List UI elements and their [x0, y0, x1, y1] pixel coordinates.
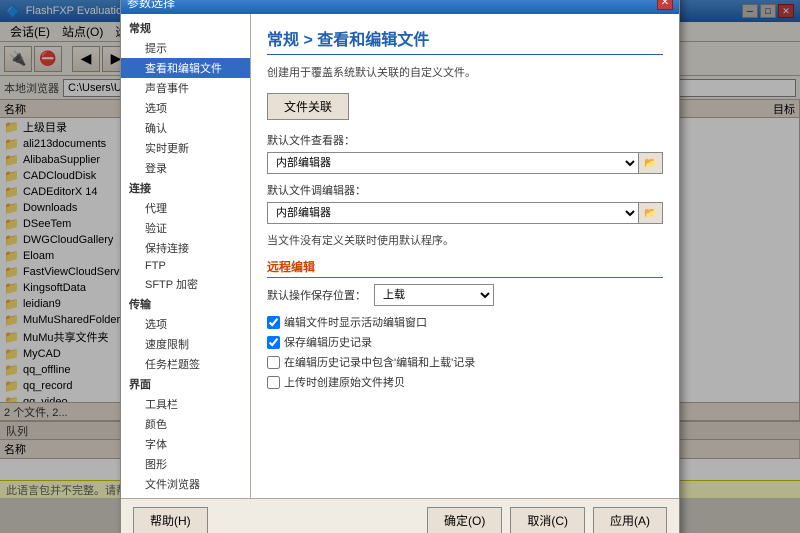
editor-browse-btn[interactable]: 📂: [639, 202, 663, 224]
editor-label: 默认文件调编辑器：: [267, 185, 366, 197]
tree-item-ftp[interactable]: FTP: [121, 258, 250, 274]
tree-item-sound[interactable]: 声音事件: [121, 78, 250, 98]
tree-item-sftp[interactable]: SFTP 加密: [121, 274, 250, 294]
remote-save-select[interactable]: 上载 下载 询问: [374, 284, 494, 306]
tree-item-toolbar[interactable]: 工具栏: [121, 394, 250, 414]
tree-item-viewedit[interactable]: 查看和编辑文件: [121, 58, 250, 78]
tree-section-ui[interactable]: 界面: [121, 374, 250, 394]
save-history-label: 保存编辑历史记录: [284, 334, 372, 350]
default-editor-select[interactable]: 内部编辑器: [267, 202, 639, 224]
show-editor-window-checkbox[interactable]: [267, 316, 280, 329]
tree-item-auth[interactable]: 验证: [121, 218, 250, 238]
file-assoc-button[interactable]: 文件关联: [267, 93, 349, 120]
tree-item-colors[interactable]: 颜色: [121, 414, 250, 434]
dialog-tree: 常规 提示 查看和编辑文件 声音事件 选项 确认 实时更新 登录 连接 代理 验…: [121, 14, 251, 498]
checkbox-row-1: 编辑文件时显示活动编辑窗口: [267, 314, 663, 330]
create-backup-checkbox[interactable]: [267, 376, 280, 389]
remote-save-label: 默认操作保存位置：: [267, 287, 366, 303]
create-backup-label: 上传时创建原始文件拷贝: [284, 374, 405, 390]
save-history-checkbox[interactable]: [267, 336, 280, 349]
viewer-browse-btn[interactable]: 📂: [639, 152, 663, 174]
tree-item-fonts[interactable]: 字体: [121, 434, 250, 454]
tree-section-transfer[interactable]: 传输: [121, 294, 250, 314]
tree-item-tips[interactable]: 提示: [121, 38, 250, 58]
include-upload-label: 在编辑历史记录中包含'编辑和上载'记录: [284, 354, 475, 370]
tree-item-speed[interactable]: 速度限制: [121, 334, 250, 354]
tree-item-filebrowser[interactable]: 文件浏览器: [121, 474, 250, 494]
settings-dialog: 参数选择 ✕ 常规 提示 查看和编辑文件 声音事件 选项 确认 实时更新 登录 …: [120, 0, 680, 533]
tree-item-graphics[interactable]: 图形: [121, 454, 250, 474]
main-area: 名称 修改时间 属性 📁 上级目录 📁 ali213documents 📁 Al…: [0, 100, 800, 420]
tree-item-realtime[interactable]: 实时更新: [121, 138, 250, 158]
tree-item-taskbar[interactable]: 任务栏题签: [121, 354, 250, 374]
checkbox-row-3: 在编辑历史记录中包含'编辑和上载'记录: [267, 354, 663, 370]
dialog-titlebar: 参数选择 ✕: [121, 0, 679, 14]
show-editor-window-label: 编辑文件时显示活动编辑窗口: [284, 314, 427, 330]
tree-item-login[interactable]: 登录: [121, 158, 250, 178]
dialog-footer: 帮助(H) 确定(O) 取消(C) 应用(A): [121, 498, 679, 533]
modal-overlay: 参数选择 ✕ 常规 提示 查看和编辑文件 声音事件 选项 确认 实时更新 登录 …: [0, 0, 800, 533]
tree-section-general[interactable]: 常规: [121, 18, 250, 38]
dialog-heading: 常规 > 查看和编辑文件: [267, 26, 663, 55]
dialog-desc: 创建用于覆盖系统默认关联的自定义文件。: [267, 65, 663, 82]
tree-item-transfer-options[interactable]: 选项: [121, 314, 250, 334]
checkbox-row-2: 保存编辑历史记录: [267, 334, 663, 350]
apply-button[interactable]: 应用(A): [593, 507, 667, 533]
remote-section-title: 远程编辑: [267, 258, 663, 278]
viewer-row: 内部编辑器 📂: [267, 152, 663, 174]
checkbox-row-4: 上传时创建原始文件拷贝: [267, 374, 663, 390]
default-viewer-select[interactable]: 内部编辑器: [267, 152, 639, 174]
tree-item-options[interactable]: 选项: [121, 98, 250, 118]
dialog-body: 常规 提示 查看和编辑文件 声音事件 选项 确认 实时更新 登录 连接 代理 验…: [121, 14, 679, 498]
tree-item-keepalive[interactable]: 保持连接: [121, 238, 250, 258]
help-button[interactable]: 帮助(H): [133, 507, 208, 533]
editor-label-row: 默认文件调编辑器：: [267, 182, 663, 198]
tree-item-confirm[interactable]: 确认: [121, 118, 250, 138]
tree-item-proxy[interactable]: 代理: [121, 198, 250, 218]
viewer-label: 默认文件查看器：: [267, 135, 355, 147]
ok-button[interactable]: 确定(O): [427, 507, 502, 533]
viewer-label-row: 默认文件查看器：: [267, 132, 663, 148]
dialog-close-button[interactable]: ✕: [657, 0, 673, 10]
no-assoc-text: 当文件没有定义关联时使用默认程序。: [267, 232, 663, 248]
cancel-button[interactable]: 取消(C): [510, 507, 585, 533]
remote-save-row: 默认操作保存位置： 上载 下载 询问: [267, 284, 663, 306]
editor-row: 内部编辑器 📂: [267, 202, 663, 224]
dialog-content: 常规 > 查看和编辑文件 创建用于覆盖系统默认关联的自定义文件。 文件关联 默认…: [251, 14, 679, 498]
include-upload-checkbox[interactable]: [267, 356, 280, 369]
tree-section-connect[interactable]: 连接: [121, 178, 250, 198]
dialog-title: 参数选择: [127, 0, 657, 11]
